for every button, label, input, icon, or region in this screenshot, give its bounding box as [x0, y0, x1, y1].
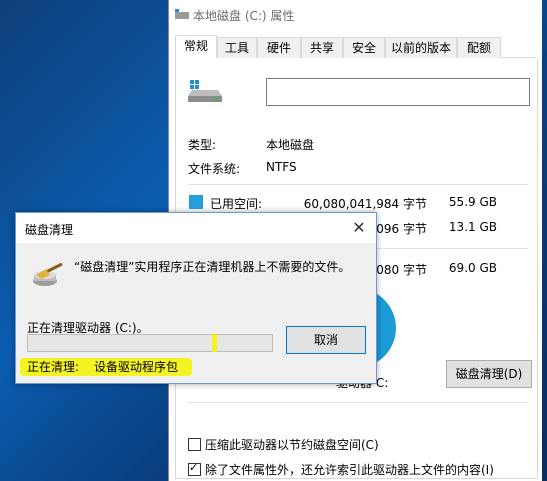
index-checkbox[interactable]: [188, 461, 201, 476]
used-space-gb: 55.9 GB: [448, 195, 497, 209]
tab-previous-versions[interactable]: 以前的版本: [385, 37, 457, 58]
drive-icon: [188, 80, 222, 102]
used-space-swatch: [189, 195, 203, 209]
highlight-mark: [212, 334, 217, 352]
properties-title-bar[interactable]: 本地磁盘 (C:) 属性: [169, 0, 542, 30]
cancel-button[interactable]: 取消: [286, 326, 366, 354]
filesystem-value: NTFS: [266, 160, 297, 174]
tab-strip: 常规 工具 硬件 共享 安全 以前的版本 配额: [175, 35, 536, 59]
compress-checkbox[interactable]: [188, 438, 201, 451]
properties-title: 本地磁盘 (C:) 属性: [193, 9, 295, 23]
index-label: 除了文件属性外，还允许索引此驱动器上文件的内容(I): [205, 463, 494, 477]
status-value: 设备驱动程序包: [94, 360, 179, 374]
used-space-label: 已用空间:: [210, 197, 263, 211]
progress-bar: [27, 334, 273, 352]
tab-hardware[interactable]: 硬件: [257, 37, 301, 58]
tab-tools[interactable]: 工具: [217, 37, 257, 58]
close-icon[interactable]: ✕: [348, 217, 370, 239]
capacity-bytes: 080 字节: [376, 263, 427, 277]
disk-cleanup-button[interactable]: 磁盘清理(D): [446, 360, 532, 388]
filesystem-label: 文件系统:: [188, 162, 241, 176]
divider: [188, 184, 528, 185]
drive-icon: [175, 9, 189, 19]
type-value: 本地磁盘: [266, 138, 315, 152]
free-space-bytes: 096 字节: [376, 222, 427, 236]
compress-option[interactable]: 压缩此驱动器以节约磁盘空间(C): [188, 436, 379, 453]
dialog-title: 磁盘清理: [25, 223, 74, 237]
type-label: 类型:: [188, 138, 217, 152]
dialog-message: “磁盘清理”实用程序正在清理机器上不需要的文件。: [74, 260, 351, 274]
divider: [188, 402, 528, 403]
tab-quota[interactable]: 配额: [457, 37, 501, 58]
tab-security[interactable]: 安全: [343, 37, 385, 58]
used-space-bytes: 60,080,041,984 字节: [303, 197, 427, 211]
compress-label: 压缩此驱动器以节约磁盘空间(C): [205, 438, 379, 452]
status-label: 正在清理:: [27, 360, 80, 374]
disk-cleanup-dialog: 磁盘清理 ✕ “磁盘清理”实用程序正在清理机器上不需要的文件。 正在清理驱动器 …: [15, 212, 377, 384]
tab-general[interactable]: 常规: [175, 35, 217, 59]
dialog-title-bar[interactable]: 磁盘清理 ✕: [16, 213, 376, 243]
broom-icon: [33, 263, 63, 286]
index-option[interactable]: 除了文件属性外，还允许索引此驱动器上文件的内容(I): [188, 461, 494, 478]
capacity-gb: 69.0 GB: [448, 261, 497, 275]
free-space-gb: 13.1 GB: [448, 220, 497, 234]
tab-sharing[interactable]: 共享: [301, 37, 343, 58]
volume-name-input[interactable]: [266, 78, 530, 106]
